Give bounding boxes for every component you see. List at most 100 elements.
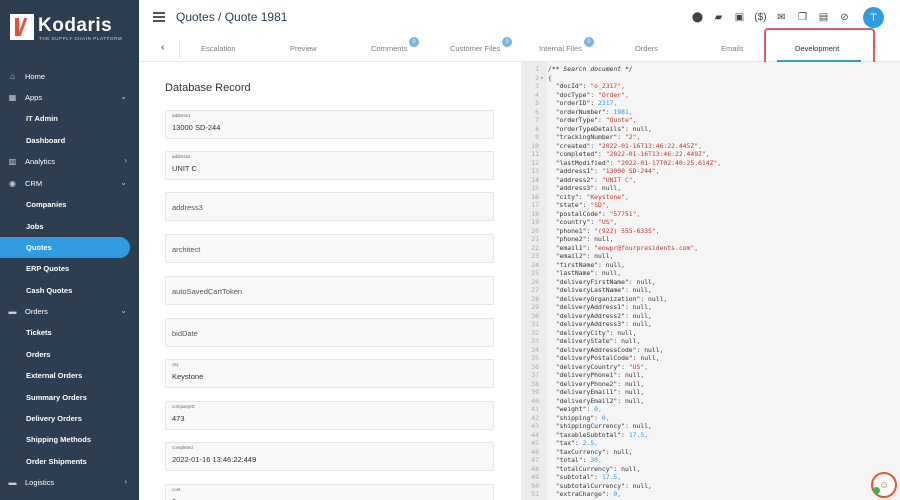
code-text: "phone1": "(922) 555-6335", <box>548 226 660 235</box>
code-line: 40 "deliveryEmail2": null, <box>521 397 900 406</box>
tab-label: Escalation <box>201 44 236 53</box>
address3-field[interactable]: address3 <box>165 192 494 221</box>
truck-icon[interactable]: ▰ <box>710 8 727 28</box>
tab-preview[interactable]: Preview <box>290 44 317 53</box>
sidebar-item-label: Apps <box>25 93 43 102</box>
line-number: 17 <box>531 201 539 209</box>
fold-toggle-icon[interactable]: ▾ <box>540 74 544 83</box>
code-text: "state": "SD", <box>548 201 610 209</box>
sidebar-item-analytics[interactable]: ▥ Analytics › <box>0 151 139 172</box>
sidebar-item-dashboard[interactable]: Dashboard <box>0 130 139 151</box>
code-line: 24 "firstName": null, <box>521 261 900 270</box>
pdf-icon[interactable]: ▤ <box>815 8 832 28</box>
line-number: 49 <box>531 473 539 481</box>
line-number: 33 <box>531 337 539 345</box>
code-line: 12 "lastModified": "2022-01-17T02:40:25.… <box>521 159 900 168</box>
line-number: 30 <box>531 311 539 320</box>
sidebar-item-external-orders[interactable]: External Orders <box>0 365 139 386</box>
sidebar-item-cash-quotes[interactable]: Cash Quotes <box>0 280 139 301</box>
avatar[interactable]: T <box>863 7 884 28</box>
code-line: 30 "deliveryAddress2": null, <box>521 312 900 321</box>
line-number: 45 <box>531 439 539 447</box>
line-number: 16 <box>531 192 539 201</box>
chart-icon: ▥ <box>8 157 17 166</box>
copy-icon[interactable]: ❐ <box>794 8 811 28</box>
line-number: 25 <box>531 269 539 277</box>
line-number: 41 <box>531 405 539 413</box>
tab-orders[interactable]: Orders <box>635 44 658 53</box>
code-editor[interactable]: 1 /** Search document */ 2 ▾ {3 "docId": "o_… <box>521 62 900 500</box>
tab-internal-files[interactable]: Internal Files 0 <box>539 37 594 53</box>
menu-icon[interactable] <box>153 12 165 22</box>
currency-icon[interactable]: ($) <box>752 8 769 28</box>
chat-support-button[interactable]: ☺ <box>871 472 897 498</box>
sidebar-item-it-admin[interactable]: IT Admin <box>0 108 139 129</box>
code-line: 37 "deliveryPhone1": null, <box>521 371 900 380</box>
grid-icon: ▦ <box>8 93 17 102</box>
mail-icon[interactable]: ✉ <box>773 8 790 28</box>
line-number: 6 <box>535 107 539 116</box>
sidebar-item-jobs[interactable]: Jobs <box>0 216 139 237</box>
code-text: "subtotal": 17.5, <box>548 473 622 481</box>
code-line: 32 "deliveryCity": null, <box>521 329 900 338</box>
tab-comments[interactable]: Comments 0 <box>371 37 419 53</box>
sidebar-item-erp-quotes[interactable]: ERP Quotes <box>0 258 139 279</box>
kodaris-logo-icon <box>10 14 34 40</box>
architect-field[interactable]: architect <box>165 234 494 263</box>
city-field[interactable]: city Keystone <box>165 359 494 388</box>
line-number: 10 <box>531 141 539 150</box>
sidebar-item-summary-orders[interactable]: Summary Orders <box>0 387 139 408</box>
tab-emails[interactable]: Emails <box>721 44 744 53</box>
field-label: address1 <box>172 113 191 118</box>
address2-field[interactable]: address2 UNIT C <box>165 151 494 180</box>
sidebar-item-home[interactable]: ⌂ Home <box>0 66 139 87</box>
code-line: 48 "totalCurrency": null, <box>521 465 900 474</box>
code-line: 49 "subtotal": 17.5, <box>521 473 900 482</box>
field-value: 13000 SD-244 <box>172 123 221 132</box>
code-line: 45 "tax": 2.5, <box>521 439 900 448</box>
code-line: 35 "deliveryPostalCode": null, <box>521 354 900 363</box>
sidebar-item-order-shipments[interactable]: Order Shipments <box>0 451 139 472</box>
address1-field[interactable]: address1 13000 SD-244 <box>165 110 494 139</box>
sidebar-item-tickets[interactable]: Tickets <box>0 322 139 343</box>
sidebar-item-label: Cash Quotes <box>26 286 73 295</box>
completed-field[interactable]: completed 2022-01-16 13:46:22:449 <box>165 442 494 471</box>
code-line: 22 "email1": "eowpr@fourpresidents.com", <box>521 244 900 253</box>
tab-label: Orders <box>635 44 658 53</box>
home-icon: ⌂ <box>10 72 15 81</box>
sidebar-item-companies[interactable]: Companies <box>0 194 139 215</box>
line-number: 31 <box>531 320 539 328</box>
tab-customer-files[interactable]: Customer Files 0 <box>450 37 512 53</box>
code-text: "orderType": "Quote", <box>548 116 637 124</box>
location-pin-icon[interactable]: ⬤ <box>689 8 706 28</box>
header-actions: ⬤ ▰ ▣ ($) ✉ ❐ ▤ ⊘ T <box>689 7 884 28</box>
sidebar-item-label: Shipping Methods <box>26 435 91 444</box>
line-number: 32 <box>531 328 539 337</box>
field-placeholder: bidDate <box>172 329 198 338</box>
line-number: 8 <box>535 124 539 133</box>
autosavedcarttoken-field[interactable]: autoSavedCartToken <box>165 276 494 305</box>
sidebar-item-label: Orders <box>26 350 51 359</box>
sidebar-item-logistics[interactable]: ▬ Logistics › <box>0 472 139 493</box>
id-card-icon[interactable]: ▣ <box>731 8 748 28</box>
sidebar-item-apps[interactable]: ▦ Apps ⌄ <box>0 87 139 108</box>
cost-field[interactable]: cost0 <box>165 484 494 500</box>
sidebar-item-shipping-methods[interactable]: Shipping Methods <box>0 429 139 450</box>
line-number: 23 <box>531 252 539 260</box>
code-line: 26 "deliveryFirstName": null, <box>521 278 900 287</box>
sidebar-item-delivery-orders[interactable]: Delivery Orders <box>0 408 139 429</box>
attachment-icon[interactable]: ⊘ <box>836 8 853 28</box>
line-number: 13 <box>531 167 539 175</box>
code-line: 4 "docType": "Order", <box>521 91 900 100</box>
page-title: Quotes / Quote 1981 <box>176 10 288 24</box>
biddate-field[interactable]: bidDate <box>165 318 494 347</box>
companyid-field[interactable]: companyID 473 <box>165 401 494 430</box>
sidebar-item-orders[interactable]: ▬ Orders ⌄ <box>0 301 139 322</box>
kodaris-logo[interactable]: Kodaris THE SUPPLY CHAIN PLATFORM <box>10 14 130 42</box>
sidebar-item-crm[interactable]: ◉ CRM ⌄ <box>0 173 139 194</box>
chat-icon: ☺ <box>878 479 890 491</box>
sidebar-item-quotes[interactable]: Quotes <box>0 237 130 258</box>
sidebar-item-orders[interactable]: Orders <box>0 344 139 365</box>
tab-scroll-left-icon[interactable]: ‹ <box>161 42 164 53</box>
tab-escalation[interactable]: Escalation <box>201 44 236 53</box>
